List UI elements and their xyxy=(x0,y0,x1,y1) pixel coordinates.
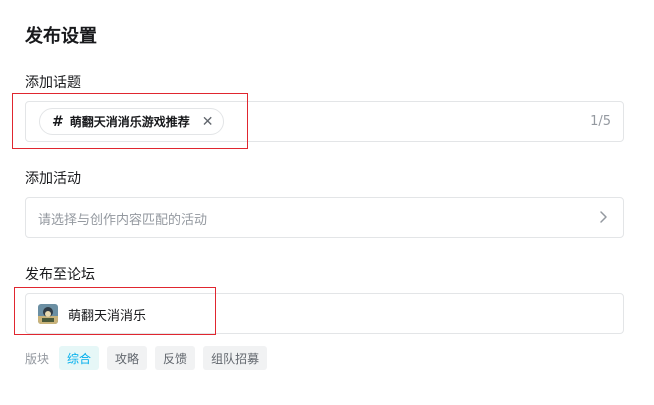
forum-name: 萌翻天消消乐 xyxy=(68,309,147,324)
section-tag-team[interactable]: 组队招募 xyxy=(203,346,268,370)
chevron-right-icon xyxy=(600,211,607,223)
section-tag-guide[interactable]: 攻略 xyxy=(107,346,148,370)
activity-select[interactable]: 请选择与创作内容匹配的活动 xyxy=(25,197,624,238)
forum-field[interactable]: 萌翻天消消乐 xyxy=(25,293,624,334)
hash-icon: # xyxy=(52,113,64,130)
topic-field[interactable]: # 萌翻天消消乐游戏推荐 ✕ 1/5 xyxy=(25,101,624,142)
activity-placeholder: 请选择与创作内容匹配的活动 xyxy=(38,213,208,228)
forum-sections: 版块 综合 攻略 反馈 组队招募 xyxy=(25,346,268,370)
topic-chip-label: 萌翻天消消乐游戏推荐 xyxy=(69,115,190,129)
remove-topic-icon[interactable]: ✕ xyxy=(202,114,214,130)
section-tag-general[interactable]: 综合 xyxy=(59,346,100,370)
topic-count: 1/5 xyxy=(590,114,611,129)
forum-label: 发布至论坛 xyxy=(25,267,95,283)
topic-label: 添加话题 xyxy=(25,75,81,91)
section-label: 版块 xyxy=(25,351,50,366)
section-tag-feedback[interactable]: 反馈 xyxy=(155,346,196,370)
topic-chip: # 萌翻天消消乐游戏推荐 ✕ xyxy=(39,108,225,135)
forum-avatar xyxy=(38,304,58,324)
activity-label: 添加活动 xyxy=(25,171,81,187)
page-title: 发布设置 xyxy=(25,26,97,47)
